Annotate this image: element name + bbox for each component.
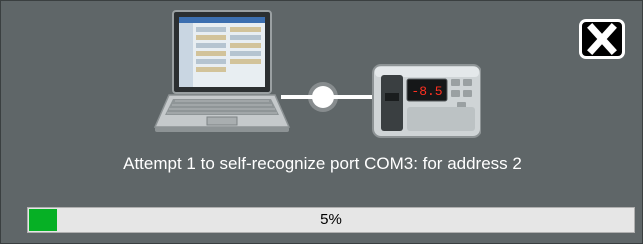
status-message: Attempt 1 to self-recognize port COM3: f…: [123, 154, 522, 173]
connection-illustration: -8.5: [153, 10, 481, 138]
laptop-icon: [153, 10, 291, 132]
controller-display: -8.5: [411, 84, 442, 99]
connection-dialog: -8.5 Attempt 1 to self-recognize port CO…: [0, 0, 643, 244]
controller-device-icon: -8.5: [372, 64, 481, 138]
connection-line-icon: [281, 82, 377, 112]
close-x-icon: [587, 23, 617, 55]
close-button[interactable]: [579, 19, 625, 59]
progress-label: 5%: [320, 211, 342, 228]
progress-bar: 5%: [27, 207, 635, 233]
